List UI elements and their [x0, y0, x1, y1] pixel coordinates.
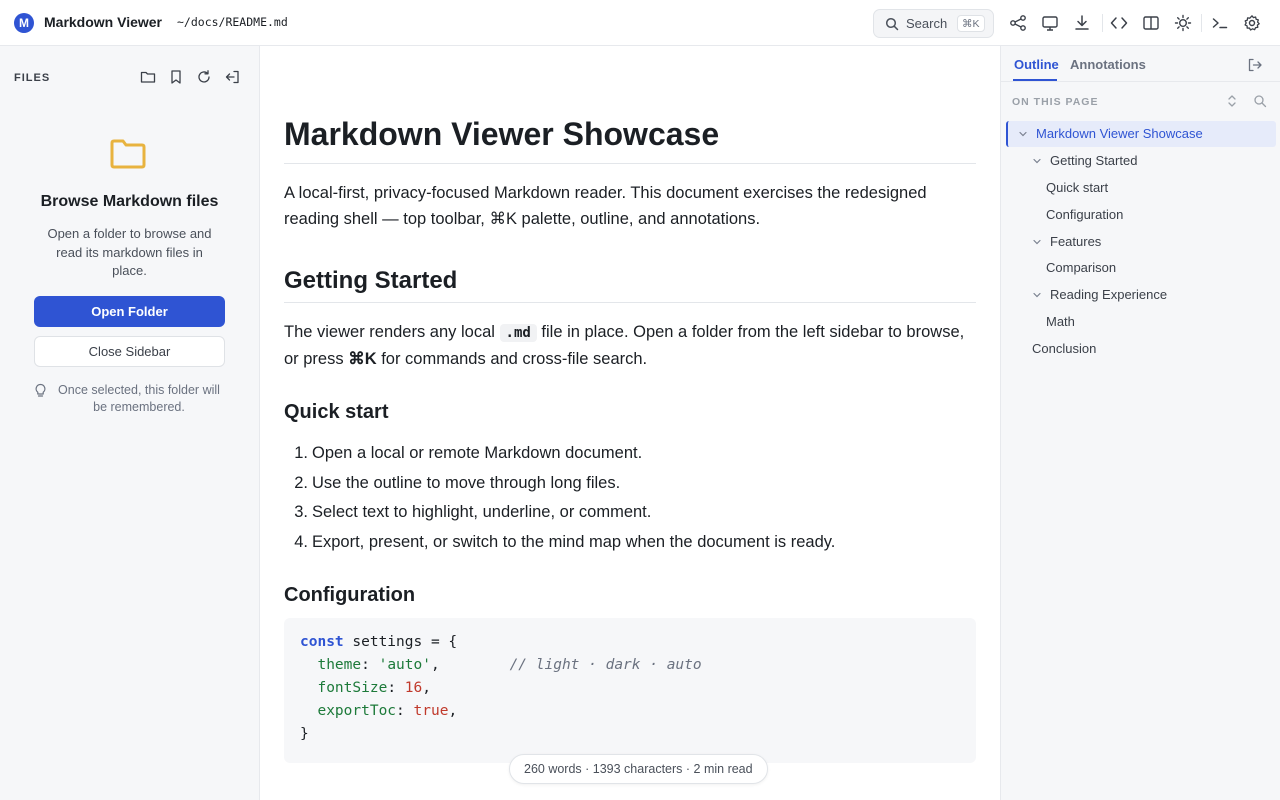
intro-paragraph: A local-first, privacy-focused Markdown … [284, 184, 927, 228]
app-title: Markdown Viewer [44, 14, 163, 30]
chevron-down-icon[interactable] [1032, 238, 1042, 246]
heading-configuration: Configuration [284, 584, 416, 606]
mindmap-icon[interactable] [1009, 14, 1027, 32]
chevron-down-icon[interactable] [1032, 157, 1042, 165]
lightbulb-icon [34, 383, 47, 399]
on-this-page-label: ON THIS PAGE [1012, 96, 1099, 108]
remember-hint: Once selected, this folder will be remem… [58, 383, 220, 414]
files-sidebar: FILES Browse Markdown files Open a folde… [0, 46, 260, 800]
open-folder-button[interactable]: Open Folder [34, 296, 225, 327]
outline-item[interactable]: Math [1046, 309, 1075, 335]
tab-divider [1001, 81, 1280, 82]
app-logo: M [14, 13, 34, 33]
outline-item[interactable]: Configuration [1046, 202, 1123, 228]
open-folder-icon[interactable] [140, 69, 156, 85]
columns-icon[interactable] [1142, 14, 1160, 32]
search-outline-icon[interactable] [1253, 94, 1267, 108]
outline-item[interactable]: Reading Experience [1050, 282, 1167, 308]
folder-icon [109, 138, 147, 170]
list-item: 2. Use the outline to move through long f… [294, 473, 621, 492]
outline-item[interactable]: Markdown Viewer Showcase [1036, 121, 1203, 147]
list-item: 1. Open a local or remote Markdown docume… [294, 444, 643, 462]
outline-item[interactable]: Comparison [1046, 255, 1116, 281]
outline-item[interactable]: Conclusion [1032, 336, 1096, 362]
gs-text-3: for commands and cross-file search. [376, 350, 648, 368]
terminal-icon[interactable] [1211, 14, 1229, 32]
file-path: ~/docs/README.md [177, 15, 288, 29]
getting-started-paragraph: The viewer renders any local .md file in… [284, 319, 976, 372]
outline-item[interactable]: Quick start [1046, 175, 1108, 201]
heading-getting-started: Getting Started [284, 267, 976, 303]
toolbar-divider [1201, 14, 1202, 32]
code-block: const settings = { theme: 'auto', // lig… [284, 618, 976, 763]
quick-start-list: 1. Open a local or remote Markdown docume… [284, 439, 976, 557]
chevron-down-icon[interactable] [1032, 291, 1042, 299]
close-panel-icon[interactable] [1247, 57, 1263, 73]
reading-stats: 260 words · 1393 characters · 2 min read [509, 754, 768, 784]
close-sidebar-button[interactable]: Close Sidebar [34, 336, 225, 367]
empty-state-description: Open a folder to browse and read its mar… [47, 226, 212, 278]
code-icon[interactable] [1110, 14, 1128, 32]
list-item: 3. Select text to highlight, underline, o… [294, 503, 652, 521]
theme-icon[interactable] [1174, 14, 1192, 32]
tab-outline[interactable]: Outline [1014, 57, 1059, 72]
outline-item[interactable]: Features [1050, 229, 1101, 255]
top-toolbar: M Markdown Viewer ~/docs/README.md Searc… [0, 0, 1280, 46]
tab-annotations[interactable]: Annotations [1070, 57, 1146, 72]
search-label: Search [906, 16, 948, 31]
document-view: Markdown Viewer Showcase A local-first, … [260, 46, 1000, 800]
doc-title: Markdown Viewer Showcase [284, 116, 976, 164]
present-icon[interactable] [1041, 14, 1059, 32]
bookmark-icon[interactable] [168, 69, 184, 85]
empty-state-title: Browse Markdown files [40, 193, 219, 210]
search-shortcut: ⌘K [957, 15, 985, 32]
outline-item[interactable]: Getting Started [1050, 148, 1137, 174]
outline-panel: Outline Annotations ON THIS PAGE Markdow… [1000, 46, 1280, 800]
shortcut-text: ⌘K [348, 350, 377, 368]
settings-icon[interactable] [1243, 14, 1261, 32]
collapse-sidebar-icon[interactable] [224, 69, 240, 85]
refresh-icon[interactable] [196, 69, 212, 85]
expand-collapse-icon[interactable] [1225, 94, 1239, 108]
list-item: 4. Export, present, or switch to the mind… [294, 532, 836, 551]
download-icon[interactable] [1073, 14, 1091, 32]
heading-quick-start: Quick start [284, 401, 389, 423]
toolbar-divider [1102, 14, 1103, 32]
inline-code: .md [499, 324, 537, 342]
search-icon [885, 17, 899, 31]
search-button[interactable]: Search ⌘K [873, 9, 994, 38]
files-label: FILES [14, 72, 51, 84]
chevron-down-icon[interactable] [1018, 130, 1028, 138]
gs-text-1: The viewer renders any local [284, 323, 500, 341]
